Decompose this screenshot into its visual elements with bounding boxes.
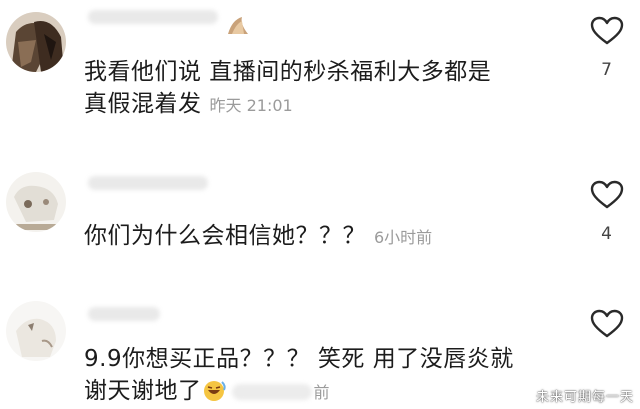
- comment-time: 昨天 21:01: [209, 96, 293, 115]
- comment-text: 9.9你想买正品？？？ 笑死 用了没唇炎就 谢天谢地了 前: [84, 343, 514, 409]
- laughing-emoji-icon: [203, 381, 226, 401]
- heart-outline-icon[interactable]: [590, 309, 624, 339]
- comment-text-line1: 我看他们说 直播间的秒杀福利大多都是: [84, 59, 492, 85]
- avatar-image: [6, 172, 66, 232]
- username-blurred: [88, 176, 208, 190]
- comment-item: 我看他们说 直播间的秒杀福利大多都是 真假混着发 昨天 21:01 7: [0, 0, 640, 130]
- avatar[interactable]: [6, 12, 66, 72]
- comment-text-line2-content: 真假混着发: [84, 91, 202, 117]
- like-count: 4: [601, 224, 612, 244]
- comment-text-line2: 真假混着发 昨天 21:01: [84, 88, 491, 122]
- username-blurred: [88, 10, 218, 24]
- avatar-image: [6, 12, 66, 72]
- comment-text-line2: 谢天谢地了: [84, 378, 202, 404]
- watermark: 未来可期每一天: [535, 390, 634, 405]
- avatar[interactable]: [6, 172, 66, 232]
- heart-outline-icon[interactable]: [590, 180, 624, 210]
- reaction-icon: [228, 17, 248, 34]
- comment-time: 前: [313, 383, 330, 402]
- comment-text: 你们为什么会相信她？？？ 6小时前: [84, 220, 432, 254]
- comment-text-line1: 9.9你想买正品？？？ 笑死 用了没唇炎就: [84, 346, 514, 372]
- comment-text: 我看他们说 直播间的秒杀福利大多都是 真假混着发 昨天 21:01: [84, 56, 491, 122]
- avatar-image: [6, 301, 66, 361]
- comment-text-line1-row: 你们为什么会相信她？？？ 6小时前: [84, 220, 432, 254]
- like-count: 7: [601, 60, 612, 80]
- comment-text-line2-row: 谢天谢地了 前: [84, 375, 514, 409]
- avatar[interactable]: [6, 301, 66, 361]
- comment-text-line1: 你们为什么会相信她？？？: [84, 223, 366, 249]
- mention-blurred: [231, 384, 312, 400]
- comment-item: 你们为什么会相信她？？？ 6小时前 4: [0, 160, 640, 270]
- username-blurred: [88, 307, 160, 321]
- comment-time: 6小时前: [374, 228, 433, 247]
- heart-outline-icon[interactable]: [590, 16, 624, 46]
